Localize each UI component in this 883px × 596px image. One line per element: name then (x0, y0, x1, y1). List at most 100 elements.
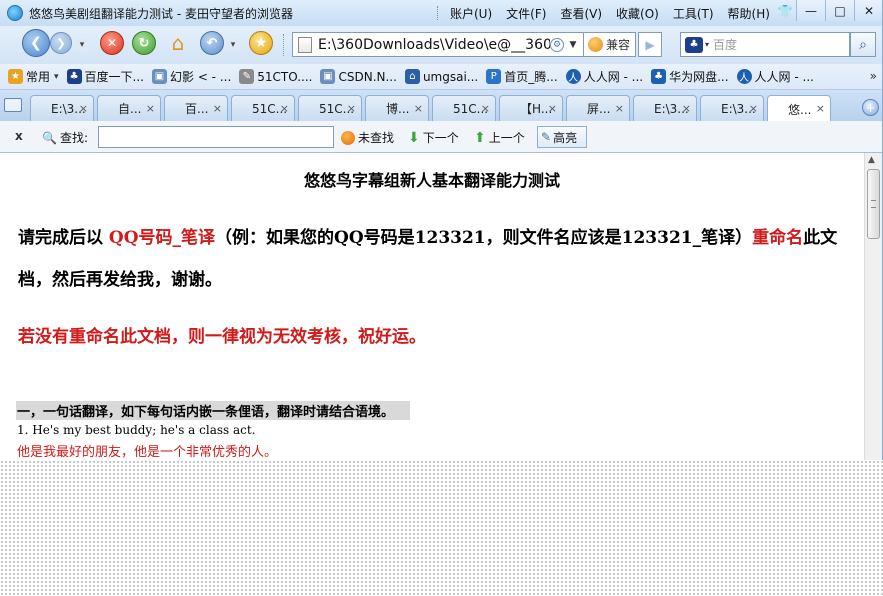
bookmark-item[interactable]: 人 人人网 - ... (736, 68, 814, 85)
tab-active[interactable]: 悠... × (767, 95, 831, 122)
tab[interactable]: 51C... × (298, 95, 362, 121)
find-close-icon[interactable]: x (15, 129, 23, 143)
bookmark-item[interactable]: ♣ 华为网盘... (651, 68, 729, 85)
bookmark-item[interactable]: ⌂ umgsai... (404, 69, 478, 84)
skin-icon[interactable]: 👕 (774, 0, 796, 21)
tab-close-icon[interactable]: × (280, 102, 289, 115)
refresh-icon[interactable]: ↻ (132, 31, 156, 55)
section-heading: 一，一句话翻译，如下每句话内嵌一条俚语，翻译时请结合语境。 (16, 401, 411, 420)
forward-arrow-icon[interactable]: ❯ (50, 32, 72, 54)
new-tab-icon[interactable]: + (862, 99, 879, 116)
search-box[interactable]: ♣ ▾ 百度 (680, 32, 850, 57)
menu-view[interactable]: 查看(V) (560, 5, 602, 22)
close-button[interactable]: ✕ (854, 0, 882, 21)
maximize-button[interactable]: □ (825, 0, 854, 21)
tab[interactable]: 屏... × (566, 95, 630, 121)
tab[interactable]: 自... × (97, 95, 161, 121)
tab-close-icon[interactable]: × (615, 102, 624, 115)
instructions-paragraph: 请完成后以 QQ号码_笔译（例：如果您的QQ号码是123321，则文件名应该是1… (18, 217, 858, 301)
bookmark-item[interactable]: P 首页_腾... (486, 68, 558, 85)
tab[interactable]: E:\3... × (700, 95, 764, 121)
bookmark-label: 人人网 - ... (583, 70, 644, 84)
highlight-button[interactable]: ✎ 高亮 (537, 126, 587, 148)
pen-icon: ✎ (541, 130, 552, 144)
bookmark-item[interactable]: 人 人人网 - ... (565, 68, 644, 85)
warning-text: 若没有重命名此文档，则一律视为无效考核，祝好运。 (18, 327, 426, 347)
menu-help[interactable]: 帮助(H) (728, 5, 770, 22)
undo-close-tab-icon[interactable]: ↶ (200, 31, 224, 55)
scroll-up-icon[interactable]: ▲ (868, 155, 875, 165)
tab-label: 自... (118, 102, 142, 116)
menu-file[interactable]: 文件(F) (506, 5, 546, 22)
tab-close-icon[interactable]: × (347, 102, 356, 115)
page-content: 悠悠鸟字幕组新人基本翻译能力测试 请完成后以 QQ号码_笔译（例：如果您的QQ号… (0, 153, 864, 460)
menu-favorites[interactable]: 收藏(O) (616, 5, 659, 22)
tab-close-icon[interactable]: × (481, 102, 490, 115)
undo-dropdown-icon[interactable]: ▾ (226, 38, 240, 52)
scroll-thumb[interactable] (867, 169, 880, 239)
tab[interactable]: E:\3... × (633, 95, 697, 121)
back-arrow-icon[interactable]: ❮ (22, 29, 50, 57)
browser-window: 悠悠鸟美剧组翻译能力测试 - 麦田守望者的浏览器 账户(U) 文件(F) 查看(… (0, 0, 883, 460)
tab[interactable]: 51C... × (432, 95, 496, 121)
baidu-paw-icon[interactable]: ♣ (685, 36, 703, 53)
bookmark-dropdown-icon[interactable]: ▾ (54, 72, 59, 82)
home-icon[interactable]: ⌂ (165, 30, 191, 56)
menu-account[interactable]: 账户(U) (450, 5, 492, 22)
stop-icon[interactable]: ✕ (100, 31, 124, 55)
bookmarks-bar: ★ 常用 ▾ ♣ 百度一下... ▣ 幻影 < - ... ✎ 51CTO...… (0, 64, 882, 90)
navigation-toolbar: ❮ ❯ ▾ ✕ ↻ ⌂ ↶ ▾ ★ E:\360Downloads\Video\… (0, 26, 882, 64)
bookmark-label: 百度一下... (84, 70, 144, 84)
address-input[interactable]: E:\360Downloads\Video\e@__360[ (318, 37, 550, 53)
bookmarks-overflow-icon[interactable]: » (870, 69, 877, 83)
tab-close-icon[interactable]: × (816, 102, 825, 115)
tab[interactable]: 51C... × (231, 95, 295, 121)
star-icon: ★ (8, 69, 23, 84)
bookmark-item[interactable]: ▣ 幻影 < - ... (152, 68, 231, 85)
find-status-text: 未查找 (358, 131, 395, 145)
tab-label: 屏... (587, 102, 611, 116)
tab-close-icon[interactable]: × (213, 102, 222, 115)
up-arrow-icon: ⬆ (474, 129, 486, 146)
go-arrow-icon[interactable]: ▶ (638, 32, 662, 57)
menu-tools[interactable]: 工具(T) (673, 5, 714, 22)
bookmark-label: CSDN.N... (338, 69, 397, 84)
find-prev-button[interactable]: ⬆ 上一个 (474, 129, 525, 146)
tab-close-icon[interactable]: × (79, 102, 88, 115)
search-engine-dropdown-icon[interactable]: ▾ (705, 40, 709, 49)
title-separator (437, 6, 438, 20)
search-input[interactable]: 百度 (713, 36, 737, 53)
tab[interactable]: 百... × (164, 95, 228, 121)
tab-label: 博... (386, 102, 410, 116)
tab[interactable]: 【H... × (499, 95, 563, 121)
find-input[interactable] (98, 126, 334, 148)
answer-text: 他是我最好的朋友，他是一个非常优秀的人。 (17, 445, 278, 460)
page-icon: ▣ (320, 69, 336, 84)
compat-mode-button[interactable]: 兼容 (584, 32, 636, 57)
grip-icon (871, 200, 876, 208)
minimize-button[interactable]: — (796, 0, 825, 21)
bookmark-item[interactable]: ♣ 百度一下... (66, 68, 144, 85)
tab[interactable]: E:\3... × (30, 95, 94, 121)
vertical-scrollbar[interactable]: ▲ (864, 153, 882, 460)
bookmark-common[interactable]: ★ 常用 ▾ (8, 68, 59, 85)
tab-close-icon[interactable]: × (682, 102, 691, 115)
magnifier-icon: 🔍 (42, 130, 57, 145)
site-settings-icon[interactable]: ⚙ (550, 37, 564, 52)
address-dropdown-icon[interactable]: ▼ (564, 40, 582, 50)
clip-icon: ✎ (239, 69, 255, 84)
tab-close-icon[interactable]: × (146, 102, 155, 115)
address-bar[interactable]: E:\360Downloads\Video\e@__360[ ⚙ ▼ (292, 32, 584, 57)
tab-close-icon[interactable]: × (548, 102, 557, 115)
find-next-button[interactable]: ⬇ 下一个 (408, 129, 459, 146)
bookmark-item[interactable]: ✎ 51CTO.... (239, 69, 312, 84)
tab-close-icon[interactable]: × (414, 102, 423, 115)
tab-list-icon[interactable] (4, 98, 22, 112)
search-icon[interactable]: ⌕ (850, 32, 876, 57)
tab[interactable]: 博... × (365, 95, 429, 121)
favorites-star-icon[interactable]: ★ (249, 31, 273, 55)
browser-logo-icon (7, 5, 23, 21)
history-dropdown-icon[interactable]: ▾ (75, 38, 89, 52)
tab-close-icon[interactable]: × (749, 102, 758, 115)
bookmark-item[interactable]: ▣ CSDN.N... (320, 69, 397, 84)
